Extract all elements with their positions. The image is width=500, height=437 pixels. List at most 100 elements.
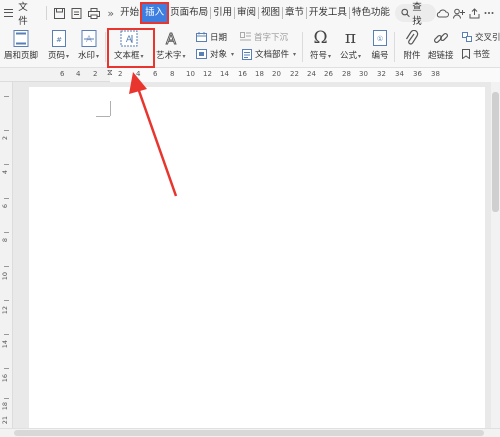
tab-developer[interactable]: 开发工具 [308, 4, 348, 22]
divider [45, 6, 47, 20]
chevron-down-icon: ▾ [293, 50, 297, 58]
hyperlink-button[interactable]: 超链接 [428, 29, 454, 61]
ruler-number: 36 [413, 70, 422, 78]
search-icon [401, 8, 410, 18]
numbering-button[interactable]: ① 编号 [370, 29, 390, 61]
formula-button[interactable]: π 公式▾ [340, 28, 361, 61]
link-icon [431, 29, 451, 47]
horizontal-scroll-thumb[interactable] [14, 430, 484, 436]
ruler-number: 6 [1, 204, 9, 209]
file-menu-label: 文件 [18, 2, 28, 27]
ruler-number: 20 [272, 70, 281, 78]
tab-page-layout[interactable]: 页面布局 [169, 4, 209, 22]
formula-label-row: 公式▾ [340, 49, 361, 61]
ruler-number: 6 [153, 70, 158, 78]
watermark-icon: A [79, 29, 99, 47]
symbol-label: 符号 [310, 51, 328, 61]
ruler-number: 22 [290, 70, 299, 78]
ruler-number: 16 [1, 374, 9, 383]
tab-home[interactable]: 开始 [119, 4, 140, 22]
ruler-tick [4, 198, 9, 199]
tab-section[interactable]: 章节 [284, 4, 305, 22]
more-icon[interactable]: » [107, 7, 114, 20]
page-number-label: 页码 [48, 51, 66, 61]
ruler-number: 18 [1, 402, 9, 411]
drop-cap-label: 首字下沉 [254, 33, 289, 43]
bookmark-button[interactable]: 书签 [462, 48, 490, 60]
file-menu[interactable]: 文件 [0, 0, 42, 27]
ruler-tick [4, 334, 9, 335]
export-pdf-icon[interactable] [70, 6, 83, 20]
tab-review[interactable]: 审阅 [236, 4, 257, 22]
tab-divider [210, 7, 212, 19]
save-icon[interactable] [53, 6, 66, 20]
indent-marker-icon[interactable]: ⧖ [107, 68, 113, 78]
vertical-scrollbar[interactable] [491, 82, 500, 428]
more-options-icon[interactable] [484, 11, 494, 15]
svg-text:A: A [166, 30, 177, 47]
symbol-button[interactable]: Ω 符号▾ [310, 28, 331, 61]
collaborate-icon[interactable] [453, 8, 465, 19]
vertical-ruler: 2 4 6 8 10 12 14 16 18 21 [0, 82, 13, 428]
tab-divider [282, 7, 283, 19]
cross-reference-icon [462, 32, 472, 42]
header-footer-label: 眉和页脚 [4, 51, 39, 61]
ruler-tick [4, 368, 9, 369]
object-button[interactable]: 对象 ▾ [196, 48, 234, 60]
share-icon[interactable] [469, 7, 480, 19]
ruler-number: 28 [342, 70, 351, 78]
ruler-number: 6 [60, 70, 65, 78]
symbol-label-row: 符号▾ [310, 49, 331, 61]
page-number-icon: # [49, 29, 69, 47]
ruler-number: 8 [1, 238, 9, 243]
ruler-text-area [110, 68, 500, 82]
drop-cap-button[interactable]: 首字下沉 [240, 31, 288, 43]
wordart-button[interactable]: A 艺术字▾ [156, 29, 186, 62]
ruler-number: 24 [307, 70, 316, 78]
document-page[interactable] [29, 87, 485, 428]
tab-divider [348, 7, 350, 19]
chevron-down-icon: ▾ [358, 53, 362, 60]
formula-label: 公式 [340, 51, 358, 61]
tab-special-features[interactable]: 特色功能 [351, 4, 391, 22]
header-footer-button[interactable]: 眉和页脚 [4, 29, 38, 61]
chevron-down-icon: ▾ [96, 53, 100, 60]
search-box[interactable]: 查找 [394, 2, 436, 27]
pi-icon: π [344, 28, 357, 48]
ruler-tick [4, 398, 9, 399]
print-icon[interactable] [87, 6, 100, 20]
attachment-button[interactable]: 附件 [402, 29, 422, 61]
hamburger-icon [4, 9, 14, 17]
page-number-button[interactable]: # 页码▾ [48, 29, 69, 61]
tab-view[interactable]: 视图 [260, 4, 281, 22]
tab-insert[interactable]: 插入 [140, 2, 170, 24]
vertical-scroll-thumb[interactable] [492, 92, 499, 212]
horizontal-scrollbar[interactable] [0, 428, 500, 437]
tab-references[interactable]: 引用 [212, 4, 233, 22]
object-icon [196, 49, 207, 59]
wordart-label: 艺术字 [156, 51, 182, 61]
ruler-number: 8 [170, 70, 175, 78]
ruler-number: 4 [76, 70, 81, 78]
ruler-tick [4, 300, 9, 301]
watermark-button[interactable]: A 水印▾ [78, 29, 99, 61]
ribbon-divider [394, 32, 395, 62]
cloud-icon[interactable] [436, 8, 449, 19]
wordart-label-row: 艺术字▾ [156, 49, 186, 61]
cross-reference-button[interactable]: 交叉引 [462, 31, 500, 43]
ruler-number: 2 [118, 70, 123, 78]
date-button[interactable]: 日期 [196, 31, 227, 43]
doc-parts-button[interactable]: 文档部件 ▾ [242, 48, 296, 60]
ruler-number: 30 [359, 70, 368, 78]
chevron-down-icon: ▾ [66, 53, 70, 60]
paperclip-icon [402, 29, 422, 47]
ruler-number: 16 [238, 70, 247, 78]
ruler-tick [4, 130, 9, 131]
object-label: 对象 [210, 50, 228, 60]
header-footer-icon [11, 29, 31, 47]
ruler-number: 4 [136, 70, 141, 78]
watermark-label: 水印 [78, 51, 96, 61]
ruler-tick [4, 232, 9, 233]
ruler-tick [4, 96, 9, 97]
numbering-label: 编号 [371, 51, 389, 61]
